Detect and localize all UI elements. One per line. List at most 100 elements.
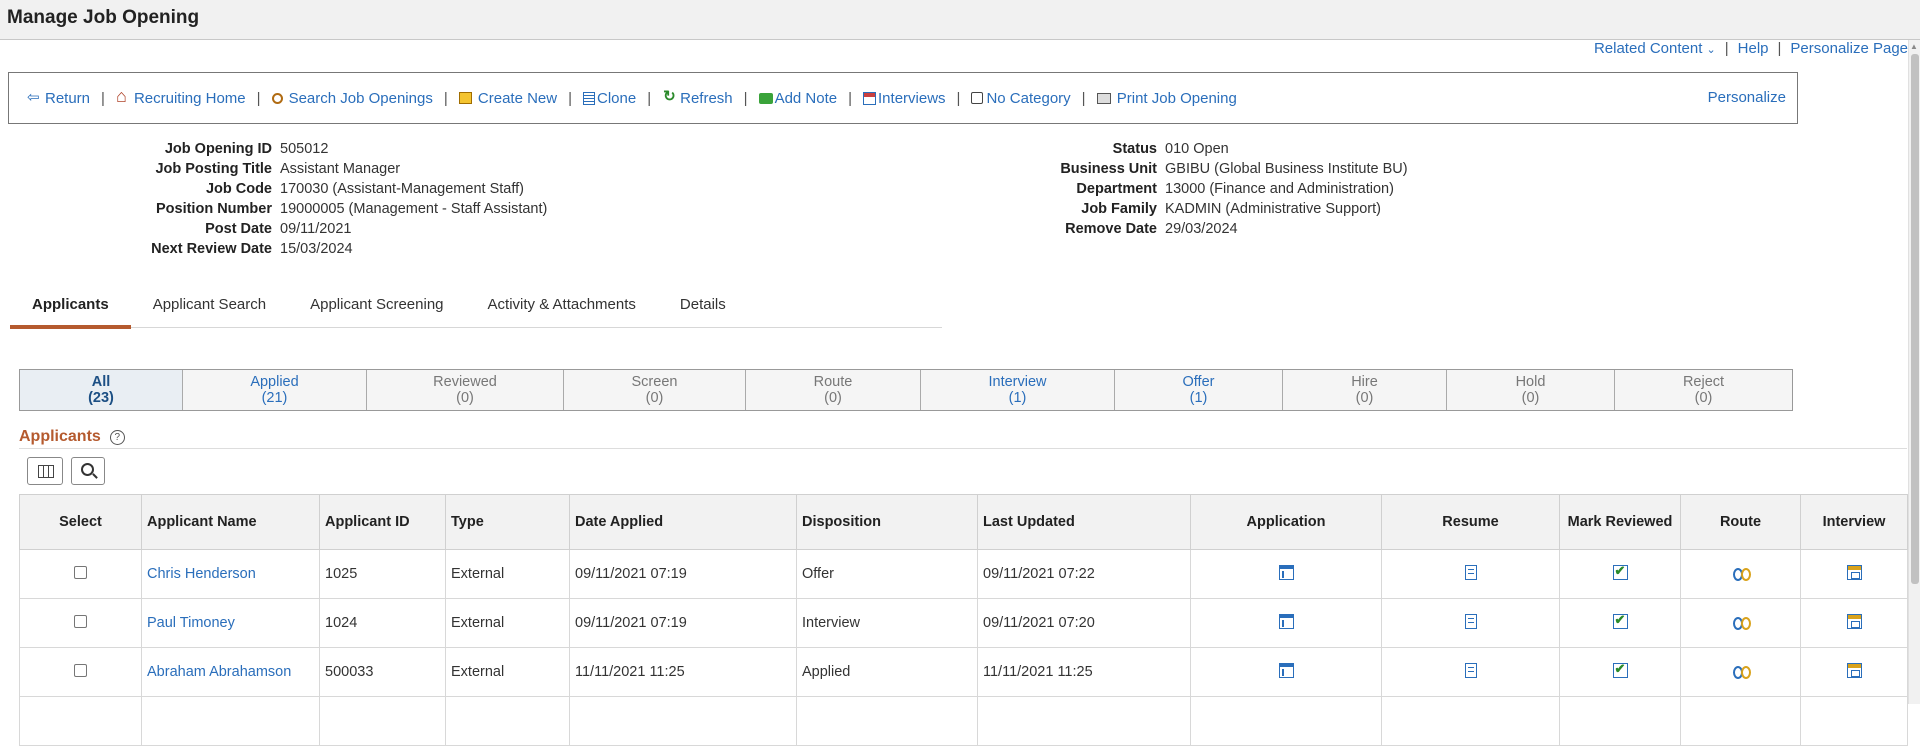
refresh-icon: [662, 87, 678, 106]
application-icon[interactable]: [1278, 613, 1294, 629]
note-icon: [758, 92, 773, 104]
status-filter-applied[interactable]: Applied (21): [183, 370, 367, 410]
status-count: (0): [645, 390, 664, 406]
type-cell: External: [445, 647, 570, 697]
add-note-link[interactable]: Add Note: [758, 90, 837, 107]
status-filter-route: Route (0): [746, 370, 921, 410]
separator: |: [743, 89, 748, 107]
refresh-link[interactable]: Refresh: [662, 87, 733, 107]
row-select-checkbox[interactable]: [74, 614, 87, 628]
interview-icon[interactable]: [1846, 564, 1862, 580]
column-header-select[interactable]: Select: [19, 494, 142, 550]
table-row: Paul Timoney 1024 External 09/11/2021 07…: [19, 598, 1908, 648]
mark-reviewed-icon[interactable]: [1612, 612, 1628, 629]
separator: |: [443, 89, 448, 107]
category-icon: [971, 92, 984, 104]
column-header-applicant-id[interactable]: Applicant ID: [319, 494, 446, 550]
create-icon: [458, 92, 472, 104]
column-header-disposition[interactable]: Disposition: [796, 494, 978, 550]
tab-applicant-screening[interactable]: Applicant Screening: [288, 290, 465, 328]
mark-reviewed-icon[interactable]: [1612, 661, 1628, 678]
scroll-up-icon[interactable]: ▲: [1910, 42, 1918, 51]
create-new-link[interactable]: Create New: [458, 89, 558, 107]
column-header-last-updated[interactable]: Last Updated: [977, 494, 1191, 550]
applicant-name-link[interactable]: Abraham Abrahamson: [147, 664, 291, 680]
mark-reviewed-cell: [1559, 549, 1681, 599]
row-select-checkbox[interactable]: [74, 663, 87, 677]
applicant-name-cell: Abraham Abrahamson: [141, 647, 320, 697]
column-header-applicant-name[interactable]: Applicant Name: [141, 494, 320, 550]
resume-icon[interactable]: [1464, 613, 1477, 629]
row-select-checkbox[interactable]: [74, 565, 87, 579]
resume-cell: [1381, 647, 1560, 697]
application-icon[interactable]: [1278, 564, 1294, 580]
mark-reviewed-cell: [1559, 647, 1681, 697]
column-header-date-applied[interactable]: Date Applied: [569, 494, 797, 550]
related-content-link[interactable]: Related Content ⌄: [1594, 40, 1716, 57]
search-job-openings-link[interactable]: Search Job Openings: [271, 90, 433, 107]
applicant-name-link[interactable]: Chris Henderson: [147, 566, 256, 582]
find-in-grid-button[interactable]: [71, 457, 105, 485]
date-applied-cell: 09/11/2021 07:19: [569, 549, 797, 599]
route-icon[interactable]: [1733, 565, 1751, 581]
status-label: Screen: [631, 374, 678, 390]
separator: |: [1724, 40, 1729, 57]
applicant-id-cell: 500033: [319, 647, 446, 697]
return-link[interactable]: Return: [27, 88, 90, 107]
vertical-scrollbar[interactable]: ▲: [1908, 40, 1920, 704]
scrollbar-thumb[interactable]: [1911, 54, 1919, 584]
tab-applicants[interactable]: Applicants: [10, 290, 131, 329]
status-label: Route: [813, 374, 853, 390]
mark-reviewed-cell: [1559, 598, 1681, 648]
related-links-bar: Related Content ⌄ | Help | Personalize P…: [1594, 40, 1908, 57]
mark-reviewed-icon[interactable]: [1612, 563, 1628, 580]
tab-applicant-search[interactable]: Applicant Search: [131, 290, 288, 328]
status-label: Offer: [1182, 374, 1215, 390]
last-updated-cell: 09/11/2021 07:22: [977, 549, 1191, 599]
applicant-name-link[interactable]: Paul Timoney: [147, 615, 235, 631]
date-applied-cell: 09/11/2021 07:19: [569, 598, 797, 648]
tab-details[interactable]: Details: [658, 290, 748, 328]
interview-cell: [1800, 598, 1908, 648]
page-title: Manage Job Opening: [7, 7, 200, 28]
route-icon[interactable]: [1733, 614, 1751, 630]
interview-icon[interactable]: [1846, 613, 1862, 629]
help-icon[interactable]: ?: [109, 429, 125, 445]
status-filter-all[interactable]: All (23): [20, 370, 183, 410]
status-count: (0): [456, 390, 474, 406]
route-icon[interactable]: [1733, 663, 1751, 679]
application-icon[interactable]: [1278, 662, 1294, 678]
toolbar-personalize-link[interactable]: Personalize: [1708, 89, 1786, 106]
remove-date-row: Remove Date 29/03/2024: [0, 219, 1408, 239]
no-category-link[interactable]: No Category: [971, 90, 1071, 107]
resume-icon[interactable]: [1464, 662, 1477, 678]
resume-icon[interactable]: [1464, 564, 1477, 580]
interview-icon[interactable]: [1846, 662, 1862, 678]
personalize-grid-button[interactable]: [27, 457, 63, 485]
recruiting-home-link[interactable]: Recruiting Home: [116, 86, 246, 107]
column-header-type[interactable]: Type: [445, 494, 570, 550]
table-row: Abraham Abrahamson 500033 External 11/11…: [19, 647, 1908, 697]
status-filter-offer[interactable]: Offer (1): [1115, 370, 1283, 410]
help-link[interactable]: Help: [1738, 40, 1769, 57]
applicant-name-cell: Paul Timoney: [141, 598, 320, 648]
calendar-icon: [863, 91, 877, 105]
separator: |: [956, 89, 961, 107]
last-updated-cell: 09/11/2021 07:20: [977, 598, 1191, 648]
page-header: Manage Job Opening: [0, 0, 1920, 40]
clone-label: Clone: [597, 89, 637, 107]
interviews-link[interactable]: Interviews: [863, 90, 946, 107]
personalize-page-link[interactable]: Personalize Page: [1790, 40, 1908, 57]
status-filter-interview[interactable]: Interview (1): [921, 370, 1115, 410]
column-header-application: Application: [1190, 494, 1382, 550]
create-new-label: Create New: [477, 89, 558, 107]
route-cell: [1680, 549, 1801, 599]
field-label: Department: [1076, 181, 1157, 197]
column-header-resume: Resume: [1381, 494, 1560, 550]
separator: |: [1777, 40, 1782, 57]
clone-link[interactable]: Clone: [583, 90, 636, 107]
print-job-opening-link[interactable]: Print Job Opening: [1096, 90, 1237, 107]
status-filter-reject: Reject (0): [1615, 370, 1792, 410]
tab-activity-attachments[interactable]: Activity & Attachments: [466, 290, 658, 328]
status-label: Reviewed: [433, 374, 497, 390]
